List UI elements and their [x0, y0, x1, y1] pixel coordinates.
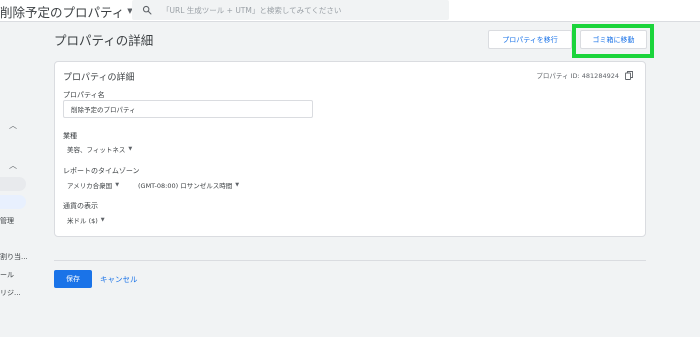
- currency-value: 米ドル ($): [67, 217, 98, 225]
- highlight-annotation: [572, 24, 654, 58]
- property-name-input[interactable]: [63, 100, 313, 118]
- nav-item-admin[interactable]: 管理: [0, 216, 14, 226]
- copy-icon[interactable]: [625, 70, 633, 80]
- property-selector-label: 削除予定のプロパティ: [0, 4, 125, 20]
- caret-down-icon: ▼: [128, 146, 133, 152]
- nav-item-selected[interactable]: [0, 195, 26, 209]
- currency-select[interactable]: 米ドル ($) ▼: [67, 215, 105, 225]
- search-bar[interactable]: [132, 0, 449, 20]
- industry-value: 美容、フィットネス: [67, 146, 126, 154]
- timezone-country-select[interactable]: アメリカ合衆国 ▼: [67, 180, 119, 190]
- industry-select[interactable]: 美容、フィットネス ▼: [67, 144, 132, 154]
- property-name-label: プロパティ名: [63, 91, 105, 99]
- property-details-card: プロパティの詳細 プロパティ ID: 481284924 プロパティ名 業種 美…: [54, 61, 646, 237]
- nav-item[interactable]: [0, 177, 26, 191]
- chevron-up-icon[interactable]: ︿: [9, 120, 17, 131]
- caret-down-icon: ▼: [100, 217, 105, 223]
- caret-down-icon: ▼: [235, 182, 240, 188]
- property-id: プロパティ ID: 481284924: [536, 70, 633, 80]
- timezone-select[interactable]: (GMT-08:00) ロサンゼルス時間 ▼: [138, 180, 239, 190]
- property-id-text: プロパティ ID: 481284924: [536, 72, 619, 80]
- chevron-up-icon[interactable]: ︿: [9, 160, 17, 171]
- search-input[interactable]: [162, 5, 432, 15]
- search-icon: [142, 5, 152, 15]
- left-nav: ︿ ︿ 管理 割り当... ール リジ...: [0, 22, 28, 337]
- timezone-country-value: アメリカ合衆国: [67, 182, 113, 190]
- move-property-button[interactable]: プロパティを移行: [488, 30, 572, 49]
- currency-label: 通貨の表示: [63, 202, 98, 210]
- save-button[interactable]: 保存: [54, 270, 92, 288]
- timezone-label: レポートのタイムゾーン: [63, 167, 140, 175]
- property-selector[interactable]: 削除予定のプロパティ ▼: [0, 0, 133, 22]
- top-bar: 削除予定のプロパティ ▼: [0, 0, 700, 22]
- page-title: プロパティの詳細: [54, 33, 154, 48]
- card-title: プロパティの詳細: [63, 73, 135, 83]
- nav-item-assign[interactable]: 割り当...: [0, 252, 28, 262]
- caret-down-icon: ▼: [115, 182, 120, 188]
- timezone-value: (GMT-08:00) ロサンゼルス時間: [138, 182, 233, 190]
- cancel-button[interactable]: キャンセル: [100, 270, 138, 288]
- footer-divider: [54, 260, 646, 261]
- industry-label: 業種: [63, 132, 77, 140]
- nav-item-region[interactable]: リジ...: [0, 288, 21, 298]
- nav-item-tools[interactable]: ール: [0, 270, 14, 280]
